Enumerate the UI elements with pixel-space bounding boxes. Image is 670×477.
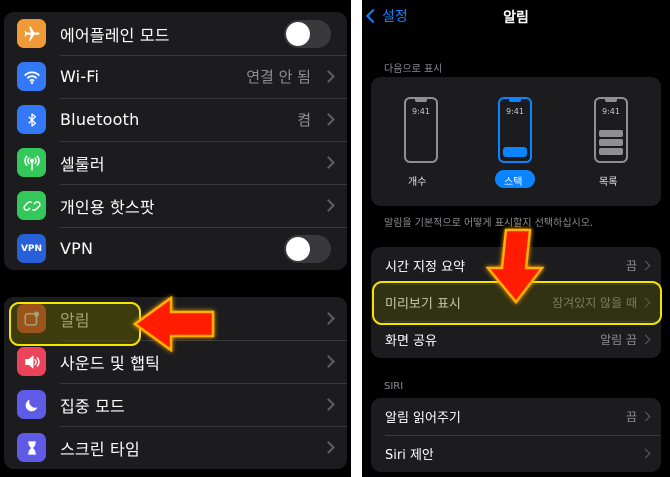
chevron-right-icon: [322, 398, 335, 411]
settings-row-vpn[interactable]: VPN VPN: [4, 227, 347, 270]
scheduled-summary-value: 끔: [625, 259, 637, 273]
screen-time-label: 스크린 타임: [60, 439, 140, 459]
vpn-toggle[interactable]: [284, 234, 331, 263]
arrow-down-icon: [485, 228, 545, 305]
bluetooth-label: Bluetooth: [60, 110, 140, 129]
display-style-picker: 9:41 개수 9:41 스택 9:41 목록: [371, 77, 661, 206]
chevron-right-icon: [322, 199, 335, 212]
arrow-left-icon: [132, 295, 215, 353]
phone-time: 9:41: [506, 107, 524, 116]
phone-time: 9:41: [602, 107, 620, 116]
chevron-right-icon: [322, 113, 335, 126]
wifi-icon: [17, 62, 46, 91]
screen-sharing-value: 알림 끔: [600, 333, 637, 347]
chevron-right-icon: [322, 312, 335, 325]
phone-stack-icon: 9:41: [498, 97, 532, 163]
phone-time: 9:41: [412, 107, 430, 116]
hotspot-label: 개인용 핫스팟: [60, 197, 155, 217]
chevron-right-icon: [322, 70, 335, 83]
cellular-label: 셀룰러: [60, 154, 105, 174]
airplane-icon: [17, 19, 46, 48]
settings-row-bluetooth[interactable]: Bluetooth 켬: [4, 98, 347, 141]
toggle-knob: [286, 236, 310, 261]
chevron-right-icon: [322, 441, 335, 454]
chevron-right-icon: [640, 411, 651, 422]
settings-row-airplane-mode[interactable]: 에어플레인 모드: [4, 12, 347, 55]
airplane-mode-label: 에어플레인 모드: [60, 25, 170, 45]
moon-icon: [17, 390, 46, 419]
vpn-label: VPN: [60, 239, 94, 258]
chevron-right-icon: [322, 355, 335, 368]
scheduled-summary-label: 시간 지정 요약: [385, 260, 466, 275]
announce-notifications-value: 끔: [625, 410, 637, 424]
siri-group: 알림 읽어주기 끔 Siri 제안: [371, 398, 661, 472]
chevron-right-icon: [640, 260, 651, 271]
chevron-right-icon: [322, 156, 335, 169]
row-siri-suggestions[interactable]: Siri 제안: [371, 435, 661, 472]
speaker-icon: [17, 347, 46, 376]
siri-suggestions-label: Siri 제안: [385, 448, 434, 463]
focus-label: 집중 모드: [60, 396, 125, 416]
settings-row-cellular[interactable]: 셀룰러: [4, 141, 347, 184]
chevron-right-icon: [640, 334, 651, 345]
wifi-label: Wi-Fi: [60, 67, 100, 86]
notifications-highlight: [9, 302, 141, 346]
bluetooth-status: 켬: [297, 111, 311, 129]
announce-notifications-label: 알림 읽어주기: [385, 411, 461, 426]
settings-row-wifi[interactable]: Wi-Fi 연결 안 됨: [4, 55, 347, 98]
navigation-bar: 설정 알림: [362, 0, 670, 34]
phone-count-icon: 9:41: [404, 97, 438, 163]
chevron-right-icon: [640, 448, 651, 459]
screen-sharing-label: 화면 공유: [385, 334, 437, 349]
row-screen-sharing[interactable]: 화면 공유 알림 끔: [371, 321, 661, 358]
cellular-icon: [17, 148, 46, 177]
settings-row-screen-time[interactable]: 스크린 타임: [4, 426, 347, 469]
bluetooth-icon: [17, 105, 46, 134]
hourglass-icon: [17, 433, 46, 462]
page-title: 알림: [503, 10, 529, 26]
wifi-status: 연결 안 됨: [246, 68, 311, 86]
settings-panel: 에어플레인 모드 Wi-Fi 연결 안 됨 Bluetooth 켬 셀룰러 개인…: [0, 0, 351, 477]
siri-header: SIRI: [384, 381, 404, 392]
toggle-knob: [286, 21, 310, 46]
hotspot-icon: [17, 191, 46, 220]
notifications-panel: 설정 알림 다음으로 표시 9:41 개수 9:41 스택 9:41 목록 알림…: [362, 0, 670, 477]
vpn-icon: VPN: [17, 234, 46, 263]
phone-list-icon: 9:41: [594, 97, 628, 163]
settings-row-focus[interactable]: 집중 모드: [4, 383, 347, 426]
airplane-mode-toggle[interactable]: [284, 19, 331, 48]
row-announce-notifications[interactable]: 알림 읽어주기 끔: [371, 398, 661, 435]
option-label-stack: 스택: [504, 177, 523, 188]
option-label-count: 개수: [408, 177, 427, 188]
option-label-list: 목록: [599, 177, 618, 188]
settings-row-hotspot[interactable]: 개인용 핫스팟: [4, 184, 347, 227]
connectivity-group: 에어플레인 모드 Wi-Fi 연결 안 됨 Bluetooth 켬 셀룰러 개인…: [4, 12, 347, 270]
display-as-header: 다음으로 표시: [384, 64, 443, 75]
